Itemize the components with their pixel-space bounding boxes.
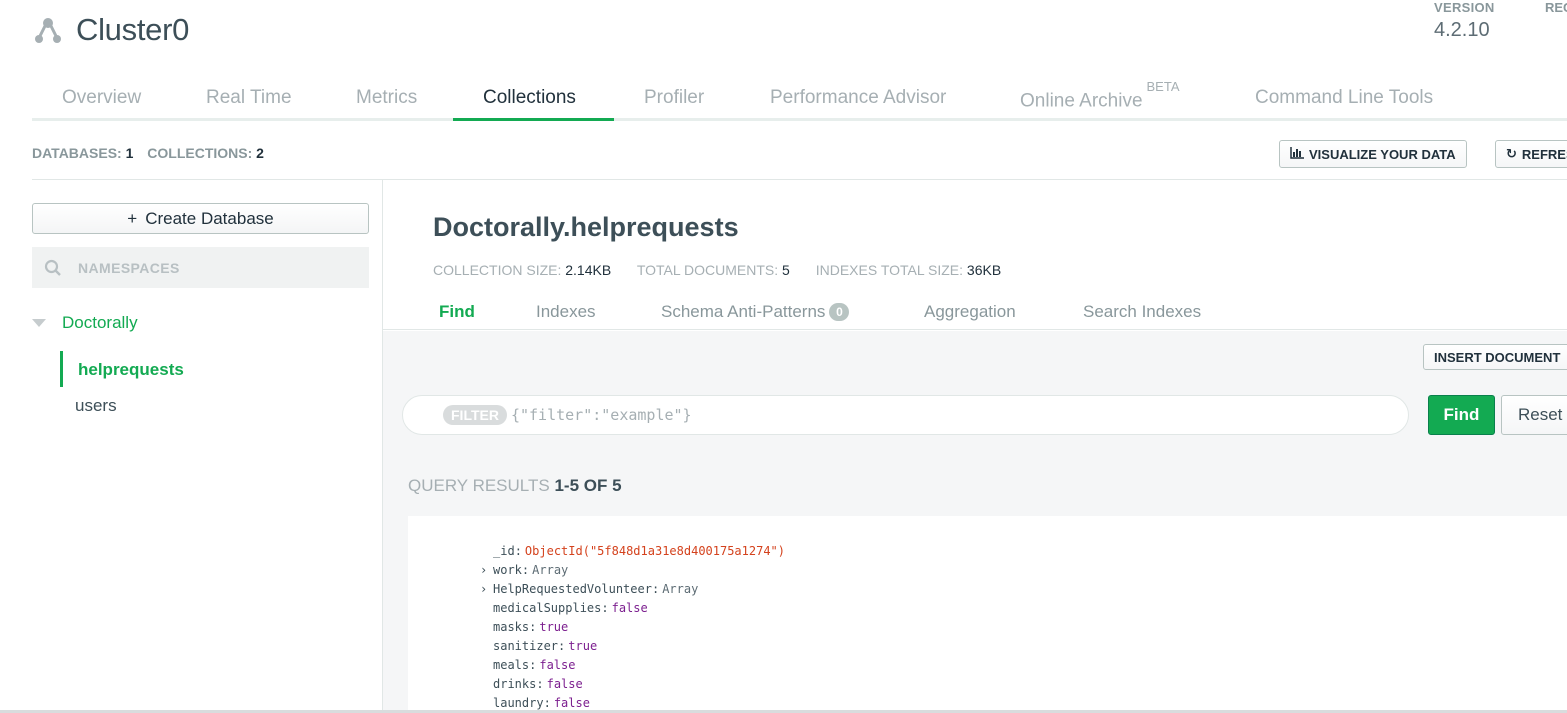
reset-button[interactable]: Reset [1501, 395, 1567, 435]
version-info: VERSION 4.2.10 [1434, 0, 1495, 42]
tab-command-line-tools[interactable]: Command Line Tools [1255, 87, 1433, 109]
create-database-button[interactable]: + Create Database [32, 203, 369, 234]
field-value: Array [662, 582, 699, 596]
field-value: false [553, 696, 590, 710]
namespace-search[interactable] [32, 247, 369, 288]
collection-stats: COLLECTION SIZE: 2.14KB TOTAL DOCUMENTS:… [433, 262, 1023, 278]
field-key: masks [493, 620, 530, 634]
bar-chart-icon [1290, 146, 1304, 162]
document-card[interactable]: _id: ObjectId("5f848d1a31e8d400175a1274")… [408, 516, 1567, 713]
tab-search-indexes[interactable]: Search Indexes [1083, 302, 1201, 322]
tab-find[interactable]: Find [439, 302, 475, 322]
tab-performance-advisor[interactable]: Performance Advisor [770, 87, 946, 109]
filter-label: FILTER [443, 405, 507, 425]
document-field: drinks: false [493, 677, 583, 691]
sidebar-collection-helprequests[interactable]: helprequests [78, 360, 184, 380]
field-key: drinks [493, 677, 537, 691]
version-label: VERSION [1434, 0, 1495, 15]
collections-label: COLLECTIONS: [147, 145, 253, 161]
databases-count: 1 [125, 145, 134, 161]
query-results-label: QUERY RESULTS [408, 476, 550, 495]
field-value: true [568, 639, 598, 653]
document-field: _id: ObjectId("5f848d1a31e8d400175a1274") [493, 544, 786, 558]
sidebar-database-doctorally[interactable]: Doctorally [32, 312, 138, 334]
header-divider [32, 179, 1567, 180]
insert-document-button[interactable]: INSERT DOCUMENT [1423, 344, 1567, 370]
collection-tabs: Find Indexes Schema Anti-Patterns 0 Aggre… [383, 296, 1567, 330]
database-name: Doctorally [62, 313, 138, 332]
filter-input[interactable] [510, 406, 1311, 424]
document-field: sanitizer: true [493, 639, 598, 653]
sidebar-collection-users[interactable]: users [75, 396, 117, 416]
create-database-label: Create Database [145, 208, 274, 228]
version-value: 4.2.10 [1434, 19, 1490, 41]
document-field: masks: true [493, 620, 569, 634]
tab-online-archive-label: Online Archive [1020, 90, 1143, 112]
document-field: › work: Array [480, 563, 569, 577]
refresh-icon: ↻ [1506, 146, 1517, 161]
collections-count: 2 [256, 145, 264, 161]
chevron-right-icon[interactable]: › [480, 580, 487, 598]
database-stats: DATABASES: 1 COLLECTIONS: 2 [32, 145, 274, 161]
visualize-data-button[interactable]: VISUALIZE YOUR DATA [1279, 140, 1467, 168]
active-collection-indicator [60, 351, 63, 387]
tab-indexes[interactable]: Indexes [536, 302, 596, 322]
cluster-tabs: Overview Real Time Metrics Collections P… [32, 74, 1567, 121]
field-value: ObjectId("5f848d1a31e8d400175a1274") [524, 544, 786, 558]
tab-profiler[interactable]: Profiler [644, 87, 704, 109]
query-results-summary: QUERY RESULTS 1-5 OF 5 [408, 476, 622, 496]
total-documents-value: 5 [782, 262, 790, 278]
cluster-icon [35, 18, 61, 43]
tab-aggregation[interactable]: Aggregation [924, 302, 1016, 322]
tab-schema-anti-patterns-label: Schema Anti-Patterns [661, 302, 826, 321]
namespace-title: Doctorally.helprequests [433, 212, 739, 242]
caret-down-icon [32, 319, 46, 327]
cluster-title: Cluster0 [76, 12, 190, 47]
tab-real-time[interactable]: Real Time [206, 87, 292, 109]
tab-overview[interactable]: Overview [62, 87, 141, 109]
tab-collections[interactable]: Collections [483, 87, 576, 109]
indexes-size-value: 36KB [966, 262, 1002, 278]
search-icon [44, 259, 61, 276]
field-key: sanitizer [493, 639, 559, 653]
indexes-size-label: INDEXES TOTAL SIZE: [815, 262, 964, 278]
collection-size-value: 2.14KB [565, 262, 612, 278]
field-key: medicalSupplies [493, 601, 602, 615]
cluster-header: Cluster0 [32, 10, 189, 50]
region-label: REG [1545, 0, 1567, 15]
field-key: meals [493, 658, 530, 672]
total-documents-label: TOTAL DOCUMENTS: [636, 262, 779, 278]
field-value: false [539, 658, 576, 672]
field-key: laundry [493, 696, 544, 710]
beta-badge: BETA [1146, 79, 1180, 94]
document-field: meals: false [493, 658, 576, 672]
chevron-right-icon[interactable]: › [480, 561, 487, 579]
field-key: HelpRequestedVolunteer [493, 582, 652, 596]
filter-bar[interactable]: FILTER [402, 395, 1409, 435]
active-tab-indicator [453, 118, 614, 121]
document-field: medicalSupplies: false [493, 601, 648, 615]
namespace-search-input[interactable] [78, 259, 328, 276]
tab-online-archive[interactable]: Online ArchiveBETA [1020, 79, 1180, 112]
tab-schema-anti-patterns[interactable]: Schema Anti-Patterns 0 [661, 302, 850, 322]
visualize-data-label: VISUALIZE YOUR DATA [1309, 146, 1456, 162]
find-button[interactable]: Find [1428, 395, 1495, 435]
plus-icon: + [127, 208, 138, 228]
refresh-label: REFRESH [1521, 146, 1567, 162]
query-results-range: 1-5 OF 5 [554, 476, 622, 495]
field-value: true [539, 620, 569, 634]
field-key: work [493, 563, 522, 577]
count-badge: 0 [829, 303, 850, 321]
collection-size-label: COLLECTION SIZE: [433, 262, 562, 278]
databases-label: DATABASES: [32, 145, 122, 161]
field-key: _id [493, 544, 515, 558]
field-value: false [546, 677, 583, 691]
refresh-button[interactable]: ↻ REFRESH [1495, 140, 1567, 168]
document-field: › HelpRequestedVolunteer: Array [480, 582, 699, 596]
field-value: false [611, 601, 648, 615]
field-value: Array [532, 563, 569, 577]
tab-metrics[interactable]: Metrics [356, 87, 417, 109]
